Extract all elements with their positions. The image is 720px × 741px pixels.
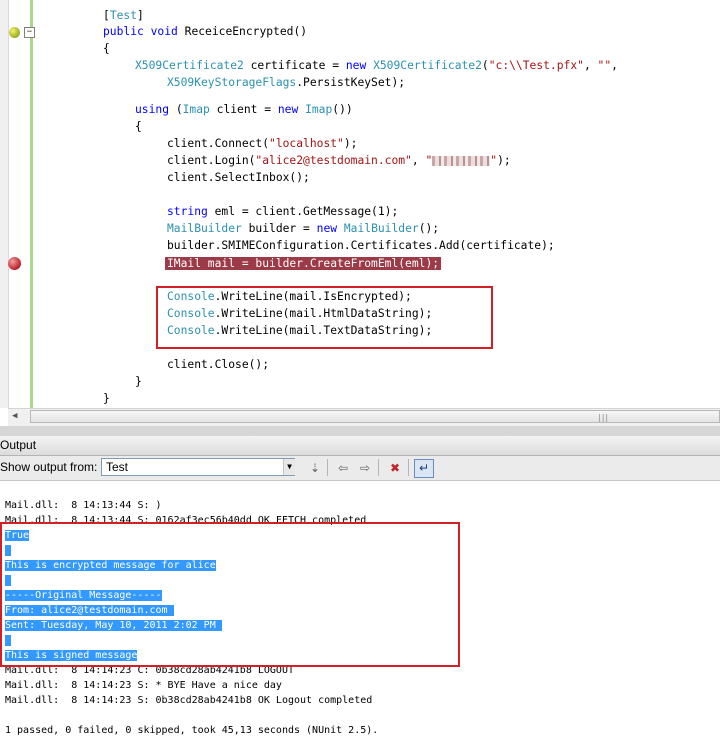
keyword: new bbox=[345, 59, 367, 72]
code-line-method-signature[interactable]: public void ReceiceEncrypted() bbox=[103, 24, 307, 40]
string-literal: "alice2@testdomain.com" bbox=[255, 154, 412, 167]
find-message-in-code-icon[interactable]: ⇣ bbox=[305, 459, 325, 478]
keyword: using bbox=[135, 103, 170, 116]
attribute-name: Test bbox=[109, 9, 138, 22]
code-editor[interactable]: − [Test] public void ReceiceEncrypted() … bbox=[0, 0, 720, 408]
redacted-password bbox=[432, 156, 491, 166]
breakpoint-highlight: IMail mail = builder.CreateFromEml(eml); bbox=[165, 257, 442, 270]
chevron-down-icon[interactable]: ▼ bbox=[283, 459, 295, 475]
code-text: ( bbox=[169, 103, 183, 116]
bracket: ] bbox=[137, 9, 144, 22]
previous-message-icon[interactable]: ⇦ bbox=[333, 459, 353, 478]
code-text: ); bbox=[497, 154, 511, 167]
method-name: ReceiceEncrypted() bbox=[177, 25, 308, 38]
code-text: .WriteLine(mail.TextDataString); bbox=[214, 324, 433, 337]
code-line-close[interactable]: client.Close(); bbox=[167, 357, 269, 373]
next-message-icon[interactable]: ⇨ bbox=[355, 459, 375, 478]
type-name: Imap bbox=[305, 103, 333, 116]
code-line-brace[interactable]: } bbox=[103, 391, 110, 407]
code-line-brace[interactable]: { bbox=[135, 119, 142, 135]
type-name: X509Certificate2 bbox=[373, 59, 482, 72]
toolbar-separator bbox=[408, 459, 409, 476]
keyword: new bbox=[316, 222, 338, 235]
scrollbar-grip-icon: ||| bbox=[598, 413, 610, 422]
show-output-label: Show output from: bbox=[0, 460, 98, 474]
code-line-using[interactable]: using (Imap client = new Imap()) bbox=[135, 102, 353, 118]
output-text: Mail.dll: 8 14:14:23 S: * BYE Have a nic… bbox=[5, 680, 282, 691]
word-wrap-toggle-icon[interactable]: ↵ bbox=[414, 459, 434, 478]
bracket: [ bbox=[103, 9, 110, 22]
type-name: X509KeyStorageFlags bbox=[167, 76, 297, 89]
code-text: client.Connect( bbox=[167, 137, 270, 150]
toolbar-separator bbox=[378, 459, 379, 476]
code-line-breakpoint[interactable]: IMail mail = builder.CreateFromEml(eml); bbox=[165, 256, 442, 272]
output-panel-title[interactable]: Output bbox=[0, 436, 720, 456]
current-statement-icon[interactable] bbox=[9, 27, 20, 38]
code-line-writeline-html[interactable]: Console.WriteLine(mail.HtmlDataString); bbox=[167, 306, 432, 322]
code-line-mailbuilder[interactable]: MailBuilder builder = new MailBuilder(); bbox=[167, 221, 439, 237]
keyword: string bbox=[167, 205, 208, 218]
code-text: client.Login( bbox=[167, 154, 256, 167]
type-name: Imap bbox=[182, 103, 210, 116]
output-text: 1 passed, 0 failed, 0 skipped, took 45,1… bbox=[5, 725, 379, 736]
code-text: , bbox=[411, 154, 426, 167]
code-text: eml = client.GetMessage(1); bbox=[207, 205, 399, 218]
code-line-getmessage[interactable]: string eml = client.GetMessage(1); bbox=[167, 204, 398, 220]
string-literal: "c:\\Test.pfx" bbox=[488, 59, 584, 72]
output-line[interactable]: Mail.dll: 8 14:13:44 S: ) bbox=[5, 498, 162, 513]
keyword: void bbox=[150, 25, 178, 38]
output-source-select[interactable]: Test bbox=[101, 458, 295, 476]
code-text: certificate = bbox=[243, 59, 346, 72]
code-line-writeline-encrypted[interactable]: Console.WriteLine(mail.IsEncrypted); bbox=[167, 289, 412, 305]
type-name: X509Certificate2 bbox=[135, 59, 244, 72]
scroll-left-icon[interactable]: ◀ bbox=[12, 411, 17, 421]
code-line-login[interactable]: client.Login("alice2@testdomain.com", " "… bbox=[167, 153, 511, 169]
code-line-writeline-text[interactable]: Console.WriteLine(mail.TextDataString); bbox=[167, 323, 432, 339]
keyword: public bbox=[103, 25, 144, 38]
code-text: client = bbox=[209, 103, 278, 116]
code-line-connect[interactable]: client.Connect("localhost"); bbox=[167, 136, 357, 152]
code-text: .PersistKeySet); bbox=[296, 76, 406, 89]
type-name: Console bbox=[167, 324, 215, 337]
code-line-brace[interactable]: } bbox=[135, 374, 142, 390]
clear-all-icon[interactable]: ✖ bbox=[385, 459, 405, 478]
scrollbar-thumb[interactable] bbox=[30, 410, 720, 423]
output-line[interactable]: 1 passed, 0 failed, 0 skipped, took 45,1… bbox=[5, 723, 378, 738]
code-text: .WriteLine(mail.HtmlDataString); bbox=[214, 307, 433, 320]
string-literal: "localhost" bbox=[269, 137, 344, 150]
code-line-certificate[interactable]: X509Certificate2 certificate = new X509C… bbox=[135, 58, 618, 74]
code-line-brace[interactable]: { bbox=[103, 41, 110, 57]
code-text: .WriteLine(mail.IsEncrypted); bbox=[214, 290, 412, 303]
output-line[interactable]: Mail.dll: 8 14:14:23 S: * BYE Have a nic… bbox=[5, 678, 282, 693]
collapse-icon[interactable]: − bbox=[24, 27, 35, 38]
breakpoint-icon[interactable] bbox=[8, 257, 21, 270]
output-text: Mail.dll: 8 14:14:23 S: 0b38cd28ab4241b8… bbox=[5, 695, 373, 706]
type-name: Console bbox=[167, 290, 215, 303]
code-text: ( bbox=[481, 59, 489, 72]
editor-gutter[interactable] bbox=[0, 0, 9, 408]
code-text: (); bbox=[418, 222, 440, 235]
code-line-keyflags[interactable]: X509KeyStorageFlags.PersistKeySet); bbox=[167, 75, 405, 91]
type-name: MailBuilder bbox=[167, 222, 242, 235]
type-name: MailBuilder bbox=[343, 222, 419, 235]
toolbar-separator bbox=[327, 459, 328, 476]
code-line-attribute[interactable]: [Test] bbox=[103, 8, 144, 24]
code-text: , bbox=[611, 59, 618, 72]
string-literal: "" bbox=[597, 59, 612, 72]
code-text: builder = bbox=[241, 222, 317, 235]
output-line[interactable]: Mail.dll: 8 14:14:23 S: 0b38cd28ab4241b8… bbox=[5, 693, 372, 708]
code-text: , bbox=[583, 59, 598, 72]
type-name: Console bbox=[167, 307, 215, 320]
code-line-selectinbox[interactable]: client.SelectInbox(); bbox=[167, 170, 310, 186]
change-tracking-bar bbox=[30, 0, 33, 408]
output-text: Mail.dll: 8 14:13:44 S: ) bbox=[5, 500, 162, 511]
code-text: ); bbox=[343, 137, 358, 150]
string-literal: " bbox=[425, 154, 433, 167]
keyword: new bbox=[277, 103, 299, 116]
annotation-box-output bbox=[0, 522, 460, 667]
panel-splitter[interactable] bbox=[0, 426, 720, 436]
code-text: ()) bbox=[332, 103, 353, 116]
code-line-smime[interactable]: builder.SMIMEConfiguration.Certificates.… bbox=[167, 238, 555, 254]
